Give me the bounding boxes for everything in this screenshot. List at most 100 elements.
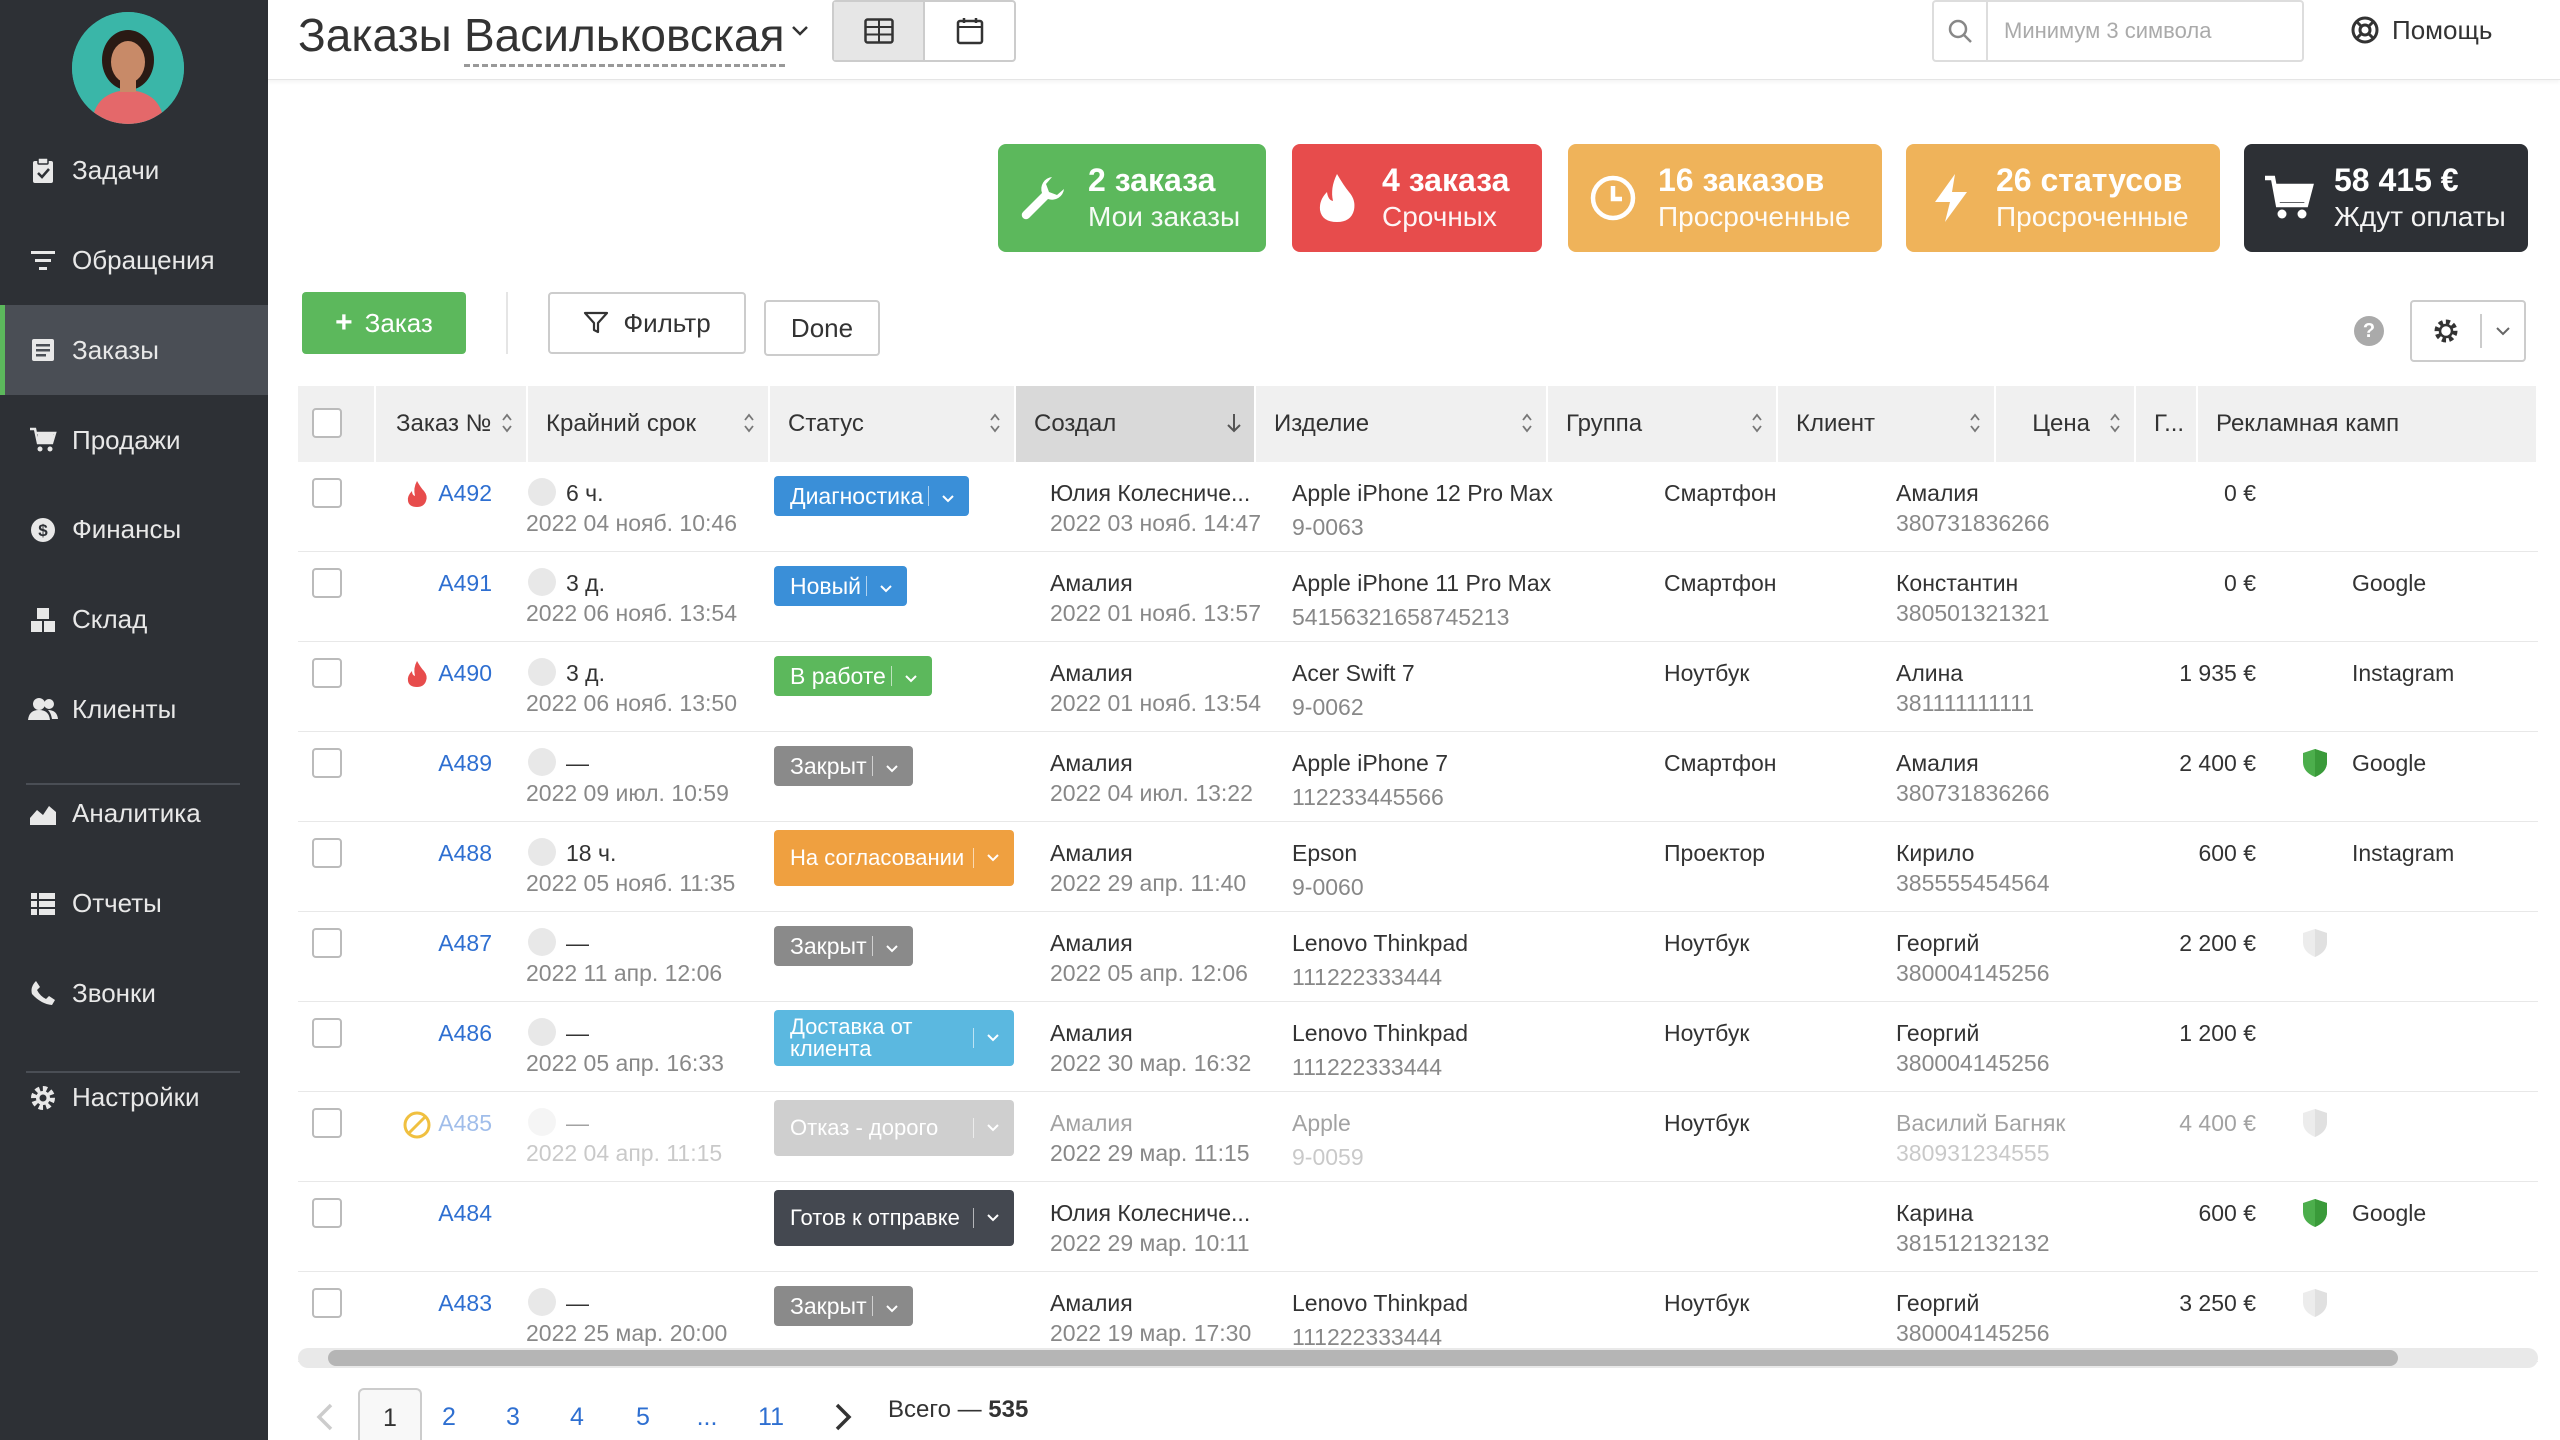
stat-card[interactable]: 26 статусов Просроченные — [1906, 144, 2220, 252]
sidebar-item-3[interactable]: Продажи — [0, 395, 268, 485]
status-dropdown[interactable]: В работе — [774, 656, 932, 696]
sidebar-item-1[interactable]: Обращения — [0, 215, 268, 305]
status-dropdown[interactable]: Готов к отправке — [774, 1190, 1014, 1246]
stat-card[interactable]: 16 заказов Просроченные — [1568, 144, 1882, 252]
sidebar-item-9[interactable]: Звонки — [0, 948, 268, 1038]
chevron-down-icon — [902, 666, 920, 693]
order-number-link[interactable]: A491 — [426, 568, 492, 598]
order-number-link[interactable]: A483 — [426, 1288, 492, 1318]
row-checkbox[interactable] — [312, 658, 342, 688]
status-dropdown[interactable]: Закрыт — [774, 1286, 913, 1326]
page-link[interactable]: 11 — [748, 1388, 794, 1440]
client-name[interactable]: Алина — [1896, 658, 1963, 688]
order-number-link[interactable]: A488 — [426, 838, 492, 868]
client-name[interactable]: Василий Багняк — [1896, 1108, 2065, 1138]
order-number-link[interactable]: A487 — [426, 928, 492, 958]
order-number-link[interactable]: A492 — [426, 478, 492, 508]
sidebar-item-label: Клиенты — [72, 693, 177, 724]
branch-selector[interactable]: Васильковская — [464, 8, 785, 67]
prev-page-icon[interactable] — [310, 1388, 340, 1440]
page-link[interactable]: ... — [684, 1388, 730, 1440]
order-number-link[interactable]: A485 — [426, 1108, 492, 1138]
stat-card[interactable]: 58 415 € Ждут оплаты — [2244, 144, 2528, 252]
client-name[interactable]: Георгий — [1896, 1018, 1979, 1048]
table-row[interactable]: A485 — 2022 04 апр. 11:15 Отказ - дорого Ама… — [298, 1092, 2538, 1182]
page-link[interactable]: 3 — [490, 1388, 536, 1440]
page-link[interactable]: 5 — [620, 1388, 666, 1440]
select-all-checkbox[interactable] — [312, 408, 342, 438]
row-checkbox[interactable] — [312, 748, 342, 778]
sidebar-item-6[interactable]: Клиенты — [0, 664, 268, 754]
stat-card[interactable]: 4 заказа Срочных — [1292, 144, 1542, 252]
table-row[interactable]: A492 6 ч. 2022 04 нояб. 10:46 Диагностика Юл… — [298, 462, 2538, 552]
table-row[interactable]: A484 Готов к отправке Юлия Колесниче... 202… — [298, 1182, 2538, 1272]
sidebar-item-2[interactable]: Заказы — [0, 305, 268, 396]
avatar[interactable] — [72, 12, 184, 124]
row-checkbox[interactable] — [312, 478, 342, 508]
search-input[interactable] — [2004, 18, 2294, 44]
page-link[interactable]: 2 — [426, 1388, 472, 1440]
table-row[interactable]: A489 — 2022 09 июл. 10:59 Закрыт Амалия 2022 … — [298, 732, 2538, 822]
page-link[interactable]: 4 — [554, 1388, 600, 1440]
order-number-link[interactable]: A486 — [426, 1018, 492, 1048]
table-row[interactable]: A487 — 2022 11 апр. 12:06 Закрыт Амалия 2022 … — [298, 912, 2538, 1002]
table-view-button[interactable] — [834, 2, 925, 60]
add-order-button[interactable]: + Заказ — [302, 292, 466, 354]
order-number-link[interactable]: A489 — [426, 748, 492, 778]
status-dropdown[interactable]: Закрыт — [774, 746, 913, 786]
chevron-down-icon[interactable] — [788, 18, 812, 42]
calendar-view-button[interactable] — [925, 2, 1014, 60]
status-dropdown[interactable]: Диагностика — [774, 476, 970, 516]
status-dropdown[interactable]: На согласовании — [774, 830, 1014, 886]
table-settings-button[interactable] — [2410, 300, 2526, 362]
sidebar-item-8[interactable]: Отчеты — [0, 859, 268, 949]
order-number-link[interactable]: A484 — [426, 1198, 492, 1228]
column-header[interactable]: Крайний срок — [528, 386, 770, 462]
done-button[interactable]: Done — [764, 300, 880, 356]
row-checkbox[interactable] — [312, 1108, 342, 1138]
column-header[interactable]: Изделие — [1256, 386, 1548, 462]
row-checkbox[interactable] — [312, 1198, 342, 1228]
table-row[interactable]: A490 3 д. 2022 06 нояб. 13:50 В работе Амали… — [298, 642, 2538, 732]
client-name[interactable]: Георгий — [1896, 1288, 1979, 1318]
question-icon[interactable]: ? — [2354, 316, 2384, 346]
scrollbar-thumb[interactable] — [328, 1350, 2398, 1366]
client-name[interactable]: Карина — [1896, 1198, 1973, 1228]
next-page-icon[interactable] — [828, 1388, 858, 1440]
client-name[interactable]: Георгий — [1896, 928, 1979, 958]
row-checkbox[interactable] — [312, 838, 342, 868]
row-checkbox[interactable] — [312, 928, 342, 958]
sidebar-item-4[interactable]: $ Финансы — [0, 485, 268, 575]
column-header[interactable]: Заказ № — [378, 386, 528, 462]
client-name[interactable]: Кирило — [1896, 838, 1974, 868]
table-row[interactable]: A491 3 д. 2022 06 нояб. 13:54 Новый Амалия 20… — [298, 552, 2538, 642]
row-checkbox[interactable] — [312, 1018, 342, 1048]
column-header[interactable]: Г... — [2136, 386, 2198, 462]
column-header[interactable]: Создал — [1016, 386, 1256, 462]
column-header[interactable]: Группа — [1548, 386, 1778, 462]
column-header[interactable]: Клиент — [1778, 386, 1996, 462]
table-row[interactable]: A486 — 2022 05 апр. 16:33 Доставка от клиен… — [298, 1002, 2538, 1092]
sidebar-item-10[interactable]: Настройки — [0, 1053, 268, 1143]
status-dropdown[interactable]: Закрыт — [774, 926, 913, 966]
filter-button[interactable]: Фильтр — [548, 292, 746, 354]
sidebar-item-5[interactable]: Склад — [0, 575, 268, 665]
row-checkbox[interactable] — [312, 568, 342, 598]
client-name[interactable]: Константин — [1896, 568, 2018, 598]
client-name[interactable]: Амалия — [1896, 748, 1979, 778]
column-header[interactable]: Статус — [770, 386, 1016, 462]
status-dropdown[interactable]: Новый — [774, 566, 907, 606]
table-row[interactable]: A488 18 ч. 2022 05 нояб. 11:35 На согласова… — [298, 822, 2538, 912]
help-link[interactable]: Помощь — [2350, 10, 2492, 50]
stat-card[interactable]: 2 заказа Мои заказы — [998, 144, 1266, 252]
status-dropdown[interactable]: Доставка от клиента — [774, 1010, 1014, 1066]
sidebar-item-0[interactable]: Задачи — [0, 126, 268, 216]
page-link[interactable]: 1 — [358, 1388, 422, 1440]
order-number-link[interactable]: A490 — [426, 658, 492, 688]
client-name[interactable]: Амалия — [1896, 478, 1979, 508]
row-checkbox[interactable] — [312, 1288, 342, 1318]
status-dropdown[interactable]: Отказ - дорого — [774, 1100, 1014, 1156]
column-header[interactable]: Рекламная камп — [2198, 386, 2538, 462]
column-header[interactable]: Цена — [1996, 386, 2136, 462]
horizontal-scrollbar[interactable] — [298, 1348, 2538, 1368]
